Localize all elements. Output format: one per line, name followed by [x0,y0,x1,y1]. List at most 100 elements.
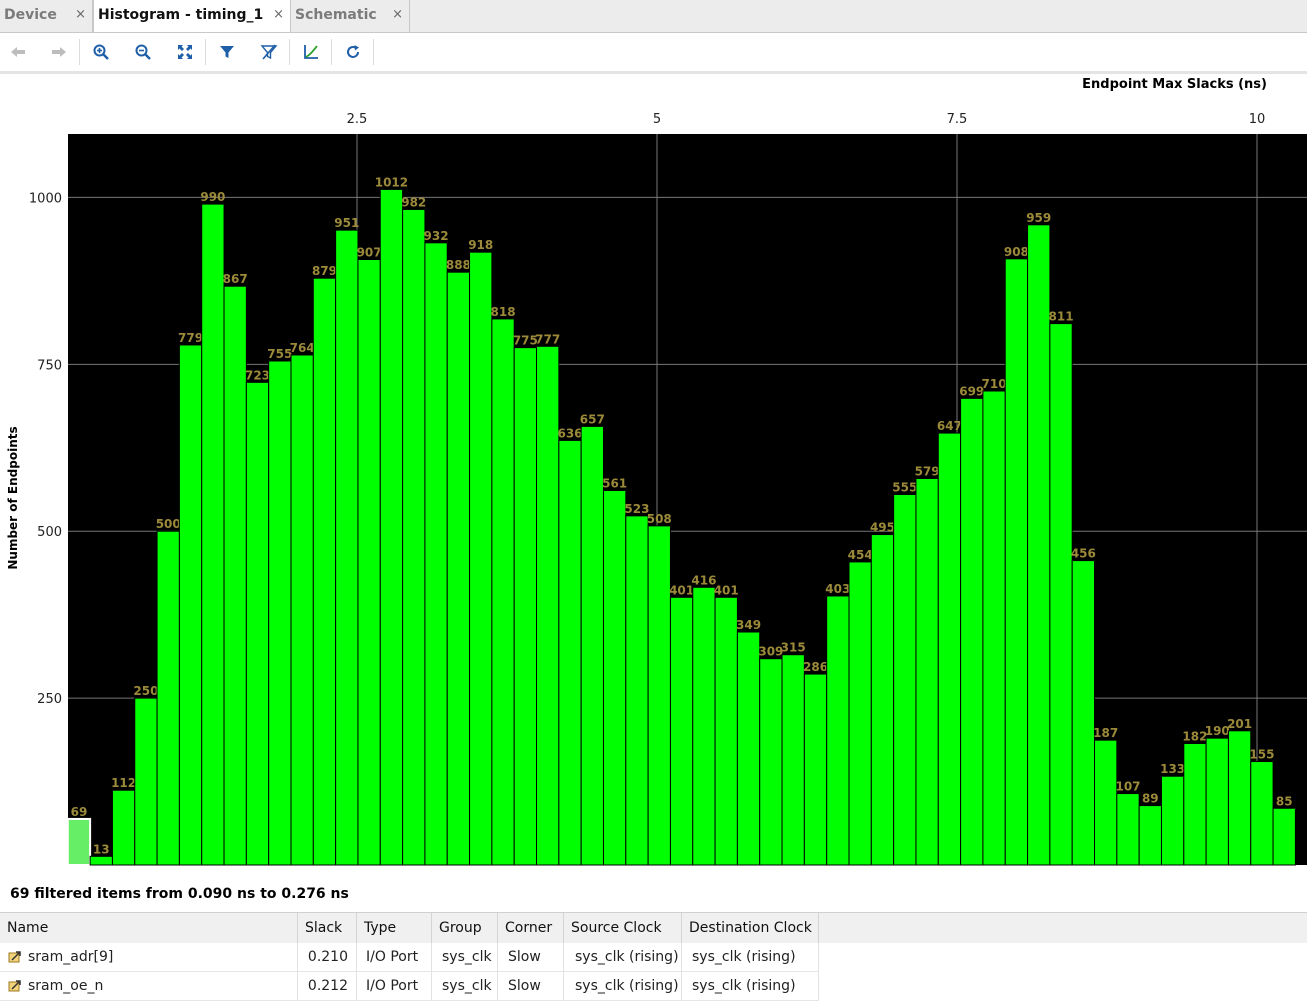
forward-button[interactable] [47,41,71,63]
chart-icon [304,45,318,59]
histogram-bar[interactable] [669,596,694,866]
cell-slack: 0.212 [298,972,357,1000]
column-header-type[interactable]: Type [357,913,432,943]
histogram-bar[interactable] [245,381,270,866]
histogram-bar[interactable] [714,596,738,866]
close-icon[interactable]: × [75,7,86,22]
zoom-out-button[interactable] [131,41,155,63]
toolbar-separator [205,39,206,65]
histogram-bar[interactable] [312,277,337,866]
bar-value-label: 454 [848,548,873,562]
histogram-bar[interactable] [1071,560,1096,866]
tab-histogram[interactable]: Histogram - timing_1 × [93,0,291,32]
histogram-bar[interactable] [446,271,471,866]
histogram-bar[interactable] [1183,743,1207,866]
histogram-bar[interactable] [1272,807,1296,866]
histogram-bar[interactable] [1004,258,1029,866]
bar-value-label: 155 [1249,748,1274,762]
histogram-bar[interactable] [826,595,850,866]
histogram-bar[interactable] [736,631,761,866]
bar-value-label: 908 [1004,245,1029,259]
histogram-bar[interactable] [647,525,671,866]
histogram-bar[interactable] [848,561,872,866]
tab-label: Histogram - timing_1 [98,7,264,23]
histogram-bar[interactable] [201,203,225,866]
histogram-bar[interactable] [268,360,292,866]
column-header-source-clock[interactable]: Source Clock [564,913,682,943]
histogram-bar[interactable] [469,251,493,866]
tab-device[interactable]: Device × [0,0,93,32]
histogram-bar[interactable] [781,654,805,866]
bar-value-label: 13 [93,842,110,856]
histogram-bar[interactable] [223,285,247,866]
table-row[interactable]: sram_adr[9] 0.210 I/O Port sys_clk Slow … [0,943,819,972]
histogram-bar[interactable] [1160,775,1185,866]
histogram-bar[interactable] [156,530,180,866]
histogram-bar[interactable] [580,425,604,866]
histogram-bar[interactable] [89,855,113,866]
histogram-bar[interactable] [803,673,828,866]
histogram-bar[interactable] [178,344,203,866]
column-header-destination-clock[interactable]: Destination Clock [682,913,819,943]
cell-name: sram_adr[9] [0,943,298,971]
histogram-bar[interactable] [335,229,359,866]
column-header-corner[interactable]: Corner [498,913,564,943]
histogram-bar[interactable] [1116,793,1140,866]
histogram-bar[interactable] [536,345,560,866]
clear-filter-icon [260,44,278,60]
histogram-bar[interactable] [625,515,649,866]
histogram-bar[interactable] [290,354,314,866]
bar-value-label: 579 [915,464,940,478]
histogram-bar[interactable] [424,242,448,866]
histogram-bar[interactable] [960,397,984,866]
histogram-bar[interactable] [759,658,783,866]
histogram-bar[interactable] [513,347,538,866]
bar-value-label: 187 [1093,726,1118,740]
histogram-bar[interactable] [357,259,381,866]
toolbar-separator [331,39,332,65]
histogram-bar[interactable] [982,390,1006,866]
histogram-bar[interactable] [937,432,962,866]
back-button[interactable] [6,41,30,63]
histogram-bar[interactable] [1094,739,1118,866]
histogram-bar[interactable] [893,493,917,866]
histogram-bar[interactable] [1227,730,1252,866]
table-row[interactable]: sram_oe_n 0.212 I/O Port sys_clk Slow sy… [0,972,819,1001]
histogram-bar[interactable] [602,489,627,866]
fit-button[interactable] [173,41,197,63]
bar-value-label: 495 [870,521,895,535]
histogram-bar[interactable] [915,477,939,866]
histogram-chart[interactable]: 2.5 5 7.5 10 250 500 750 1000 69 13 112 250 500 779 99… [0,100,1307,870]
zoom-in-icon [93,44,109,60]
histogram-bar[interactable] [1205,737,1229,866]
filter-button[interactable] [215,41,239,63]
cell-corner: Slow [498,972,564,1000]
tab-schematic[interactable]: Schematic × [291,0,410,32]
histogram-bar[interactable] [66,817,92,867]
histogram-bar[interactable] [692,586,716,866]
histogram-bar[interactable] [111,789,136,866]
histogram-bar[interactable] [402,208,426,866]
column-header-group[interactable]: Group [432,913,498,943]
histogram-bar[interactable] [870,534,895,866]
histogram-bar[interactable] [558,439,582,866]
histogram-bar[interactable] [1250,761,1274,866]
column-header-name[interactable]: Name [0,913,298,943]
close-icon[interactable]: × [273,7,284,22]
histogram-bar[interactable] [491,318,515,866]
histogram-bar[interactable] [1027,224,1051,866]
refresh-button[interactable] [341,41,365,63]
bar-value-label: 555 [892,480,917,494]
close-icon[interactable]: × [392,7,403,22]
zoom-in-button[interactable] [89,41,113,63]
bar-value-label: 456 [1071,547,1096,561]
histogram-bar[interactable] [379,188,404,866]
chart-button[interactable] [299,41,323,63]
clear-filter-button[interactable] [257,41,281,63]
column-header-slack[interactable]: Slack [298,913,357,943]
bar-value-label: 888 [446,258,471,272]
filter-info: 69 filtered items from 0.090 ns to 0.276… [10,886,349,902]
histogram-bar[interactable] [1049,323,1073,866]
histogram-bar[interactable] [134,697,158,866]
histogram-bar[interactable] [1138,805,1162,866]
